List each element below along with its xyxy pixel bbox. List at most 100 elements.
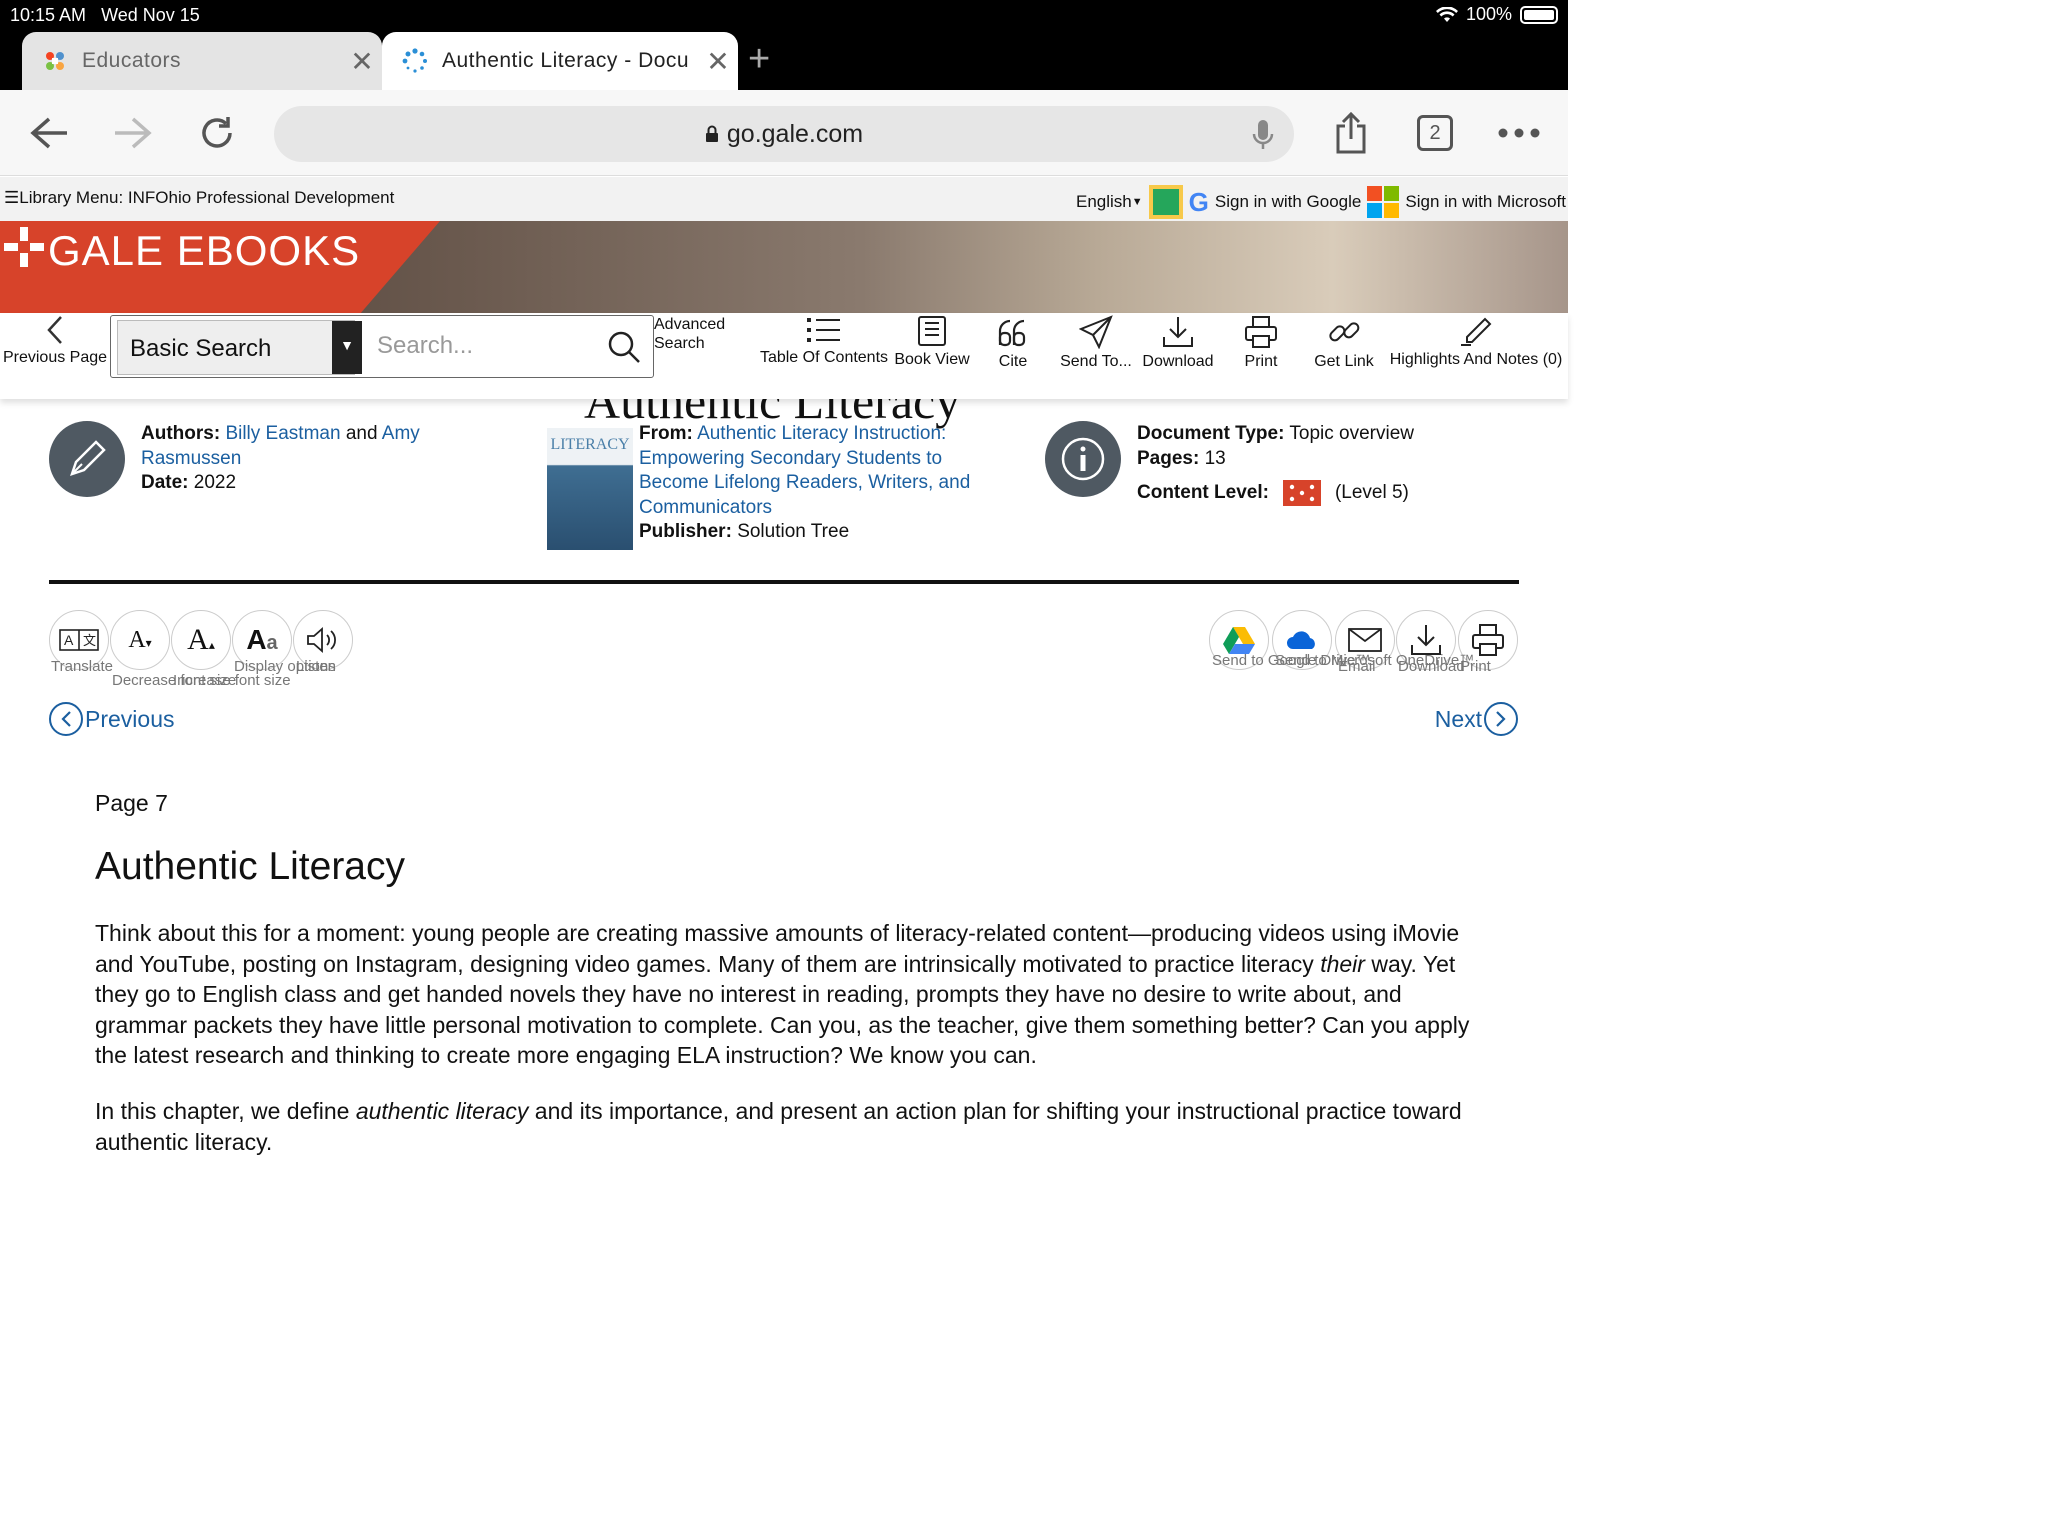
cite-button[interactable]: Cite	[990, 313, 1036, 371]
hamburger-icon: ☰	[4, 188, 20, 207]
previous-page-button[interactable]: Previous Page	[0, 313, 110, 367]
book-cover-image[interactable]: LITERACY	[547, 428, 633, 550]
tab-title: Authentic Literacy - Docu	[442, 49, 690, 72]
author-link[interactable]: Amy	[382, 423, 420, 444]
close-tab-icon[interactable]: ✕	[342, 45, 382, 78]
paragraph: In this chapter, we define authentic lit…	[95, 1098, 1462, 1155]
paper-plane-icon	[1079, 315, 1113, 349]
download-button[interactable]: Download	[1138, 313, 1218, 371]
back-arrow-icon	[30, 117, 67, 149]
download-icon	[1163, 317, 1193, 347]
library-menu[interactable]: ☰Library Menu: INFOhio Professional Deve…	[4, 188, 394, 208]
action-bar: Previous Page Basic Search ▼ Search... A…	[0, 313, 1568, 399]
new-tab-button[interactable]: +	[748, 38, 770, 81]
previous-link[interactable]: Previous	[49, 702, 174, 736]
gale-logo[interactable]: GALE EBOOKS	[0, 221, 440, 313]
speaker-icon	[307, 627, 336, 653]
list-icon	[807, 318, 840, 342]
source-block: From: Authentic Literacy Instruction: Em…	[639, 422, 1019, 545]
highlighter-icon	[1461, 317, 1492, 346]
content-level-icon	[1282, 480, 1321, 506]
send-to-button[interactable]: Send To...	[1056, 313, 1136, 371]
google-classroom-icon[interactable]	[1148, 185, 1183, 219]
info-icon	[1045, 421, 1121, 497]
divider	[49, 580, 1519, 584]
translate-icon: A文	[59, 629, 99, 651]
advanced-search-link[interactable]: Advanced Search	[654, 315, 725, 353]
next-link[interactable]: Next	[1435, 702, 1518, 736]
authors-block: Authors: Billy Eastman and Amy Rasmussen…	[141, 423, 420, 493]
download-label: Download	[1398, 658, 1465, 675]
more-menu-button[interactable]	[1494, 108, 1544, 158]
tab-title: Educators	[82, 49, 182, 72]
increase-font-button[interactable]: A▴	[171, 610, 231, 670]
address-bar[interactable]: go.gale.com	[274, 106, 1294, 162]
reload-button[interactable]	[192, 108, 242, 158]
battery-percent: 100%	[1465, 4, 1512, 24]
chevron-right-icon	[1484, 702, 1518, 736]
book-icon	[918, 316, 946, 346]
library-bar-right: English ▼ G Sign in with Google Sign in w…	[1076, 185, 1566, 219]
share-icon	[1336, 112, 1366, 154]
wifi-icon	[1435, 6, 1458, 22]
search-input[interactable]: Search...	[377, 332, 473, 360]
font-increase-icon: A▴	[187, 623, 215, 656]
microsoft-logo-icon	[1367, 186, 1400, 218]
author-link[interactable]: Billy Eastman	[225, 423, 340, 444]
language-selector[interactable]: English ▼	[1076, 192, 1143, 212]
tab-authentic-literacy[interactable]: Authentic Literacy - Docu ✕	[382, 32, 738, 90]
battery-icon	[1520, 5, 1558, 24]
tab-count-icon: 2	[1417, 115, 1453, 151]
print-label: Print	[1460, 658, 1491, 675]
ellipsis-icon	[1498, 128, 1540, 138]
chevron-left-icon	[47, 316, 62, 344]
browser-toolbar: go.gale.com 2	[0, 90, 1568, 176]
reload-icon	[202, 117, 232, 148]
author-pen-icon	[49, 421, 125, 497]
search-icon[interactable]	[607, 330, 641, 364]
printer-icon	[1245, 316, 1277, 348]
sign-in-google[interactable]: Sign in with Google	[1215, 192, 1361, 212]
font-decrease-icon: A▾	[128, 626, 152, 653]
document-title: Authentic Literacy	[95, 845, 406, 888]
search-type-select[interactable]: Basic Search ▼	[117, 320, 362, 375]
loading-spinner-icon	[402, 48, 428, 74]
envelope-icon	[1348, 628, 1382, 652]
page-label: Page 7	[95, 790, 168, 816]
display-options-icon: Aa	[246, 624, 278, 655]
source-link[interactable]: Communicators	[639, 496, 1019, 521]
table-of-contents-button[interactable]: Table Of Contents	[756, 313, 892, 367]
tab-educators[interactable]: Educators ✕	[22, 32, 382, 90]
get-link-button[interactable]: Get Link	[1308, 313, 1380, 371]
email-label: Email	[1338, 658, 1376, 675]
forward-arrow-icon	[115, 117, 152, 149]
url-text: go.gale.com	[726, 119, 864, 148]
chevron-left-icon	[49, 702, 83, 736]
source-link[interactable]: Become Lifelong Readers, Writers, and	[639, 471, 1019, 496]
lock-icon	[705, 125, 718, 142]
doctype-block: Document Type: Topic overview Pages: 13 …	[1137, 422, 1557, 506]
book-view-button[interactable]: Book View	[890, 313, 974, 369]
printer-icon	[1472, 624, 1504, 656]
dropdown-arrow-icon: ▼	[332, 321, 362, 374]
share-button[interactable]	[1326, 108, 1376, 158]
print-button[interactable]: Print	[1236, 313, 1286, 371]
author-link[interactable]: Rasmussen	[141, 448, 241, 469]
forward-button[interactable]	[108, 108, 158, 158]
status-right: 100%	[1435, 4, 1558, 25]
chevron-down-icon: ▼	[1131, 196, 1143, 208]
tab-strip: Educators ✕ Authentic Literacy - Docu ✕ …	[0, 30, 1568, 90]
source-link[interactable]: Empowering Secondary Students to	[639, 447, 1019, 472]
onedrive-cloud-icon	[1287, 631, 1315, 649]
listen-label: Listen	[296, 658, 337, 675]
tabs-overview-button[interactable]: 2	[1410, 108, 1460, 158]
decrease-font-button[interactable]: A▾	[110, 610, 170, 670]
microphone-icon[interactable]	[1252, 118, 1274, 152]
link-icon	[1329, 322, 1360, 342]
highlights-notes-button[interactable]: Highlights And Notes (0)	[1384, 313, 1568, 369]
sign-in-microsoft[interactable]: Sign in with Microsoft	[1405, 192, 1566, 212]
svg-text:文: 文	[83, 633, 96, 648]
close-tab-icon[interactable]: ✕	[698, 45, 738, 78]
back-button[interactable]	[24, 108, 74, 158]
quote-icon	[998, 319, 1026, 347]
